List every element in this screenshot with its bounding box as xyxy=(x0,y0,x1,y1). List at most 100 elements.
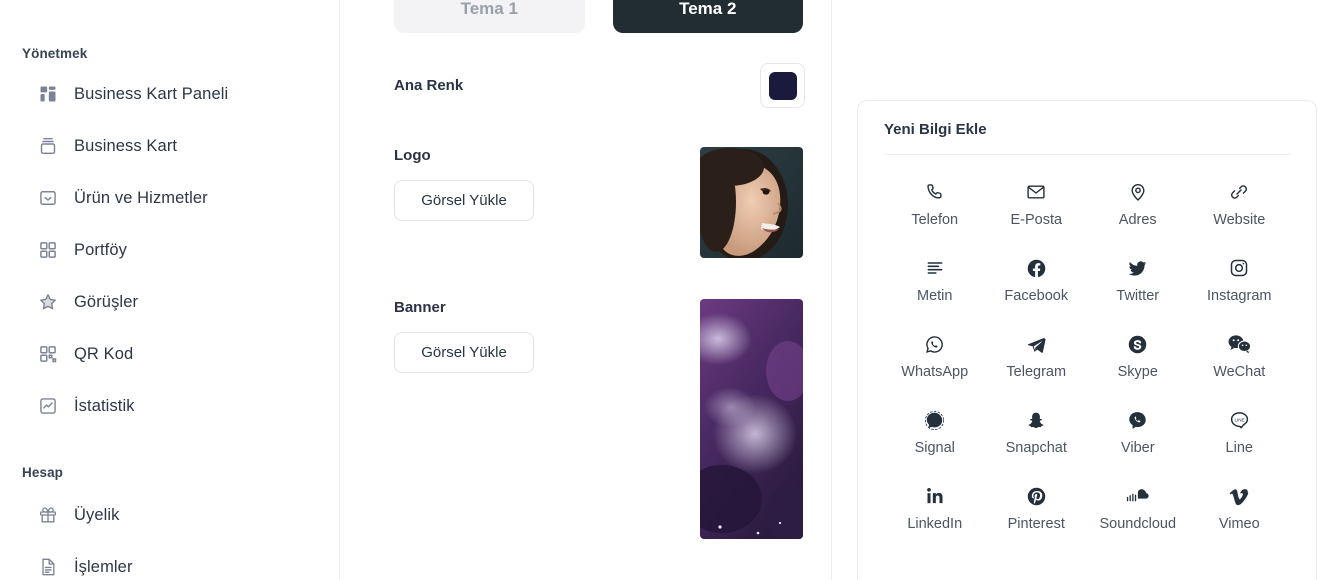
sidebar: Yönetmek Business Kart Paneli Business K… xyxy=(0,0,340,580)
banner-preview-image xyxy=(700,299,803,539)
info-tile-label: Twitter xyxy=(1116,288,1160,304)
primary-color-section: Ana Renk xyxy=(394,63,805,108)
banner-upload-button[interactable]: Görsel Yükle xyxy=(394,332,534,373)
sidebar-item-business-kart[interactable]: Business Kart xyxy=(0,127,339,165)
info-tile-twitter[interactable]: Twitter xyxy=(1087,245,1189,313)
info-tile-label: Soundcloud xyxy=(1099,516,1177,532)
text-lines-icon xyxy=(925,257,945,279)
add-info-card: Yeni Bilgi Ekle Telefon E-Posta Adres We… xyxy=(857,100,1317,580)
info-tile-skype[interactable]: Skype xyxy=(1087,321,1189,389)
info-tile-label: Website xyxy=(1213,212,1266,228)
sidebar-item-label: Portföy xyxy=(74,240,127,259)
info-tile-label: Pinterest xyxy=(1007,516,1065,532)
info-tile-label: Telegram xyxy=(1006,364,1067,380)
info-tile-label: Snapchat xyxy=(1005,440,1067,456)
info-tile-whatsapp[interactable]: WhatsApp xyxy=(884,321,986,389)
sidebar-item-qr-kod[interactable]: QR Kod xyxy=(0,335,339,373)
add-info-title: Yeni Bilgi Ekle xyxy=(884,121,1290,155)
theme-card-tema-1[interactable]: f Follow meangelina.doe ◎ Check my desig… xyxy=(394,0,585,33)
sidebar-item-istatistik[interactable]: İstatistik xyxy=(0,387,339,425)
info-tile-telegram[interactable]: Telegram xyxy=(986,321,1088,389)
location-pin-icon xyxy=(1128,181,1148,203)
primary-color-label: Ana Renk xyxy=(394,77,464,94)
sidebar-item-label: Görüşler xyxy=(74,292,139,311)
sidebar-item-label: Business Kart xyxy=(74,136,178,155)
soundcloud-icon xyxy=(1126,485,1149,507)
theme-label: Tema 1 xyxy=(460,0,518,18)
info-tile-website[interactable]: Website xyxy=(1189,169,1291,237)
sidebar-item-urun-ve-hizmetler[interactable]: Ürün ve Hizmetler xyxy=(0,179,339,217)
sidebar-item-gorusler[interactable]: Görüşler xyxy=(0,283,339,321)
info-tile-e-posta[interactable]: E-Posta xyxy=(986,169,1088,237)
sidebar-item-business-kart-paneli[interactable]: Business Kart Paneli xyxy=(0,75,339,113)
logo-label: Logo xyxy=(394,147,431,164)
info-tile-snapchat[interactable]: Snapchat xyxy=(986,397,1088,465)
info-tile-pinterest[interactable]: Pinterest xyxy=(986,473,1088,541)
logo-section: Logo Görsel Yükle xyxy=(394,147,803,258)
phone-icon xyxy=(925,181,945,203)
info-tile-linkedin[interactable]: LinkedIn xyxy=(884,473,986,541)
info-tile-line[interactable]: LINE Line xyxy=(1189,397,1291,465)
info-tile-label: Skype xyxy=(1117,364,1158,380)
primary-color-picker[interactable] xyxy=(760,63,805,108)
signal-icon xyxy=(924,409,945,431)
info-tile-label: E-Posta xyxy=(1010,212,1063,228)
app-root: Yönetmek Business Kart Paneli Business K… xyxy=(0,0,1337,580)
info-tile-label: WeChat xyxy=(1213,364,1266,380)
info-tile-label: Instagram xyxy=(1207,288,1272,304)
skype-icon xyxy=(1127,333,1148,355)
info-type-grid: Telefon E-Posta Adres Website Metin Face… xyxy=(884,169,1290,541)
sidebar-item-islemler[interactable]: İşlemler xyxy=(0,548,339,580)
whatsapp-icon xyxy=(924,333,945,355)
logo-preview-image xyxy=(700,147,803,258)
sidebar-item-uyelik[interactable]: Üyelik xyxy=(0,496,339,534)
sidebar-item-label: Business Kart Paneli xyxy=(74,84,229,103)
linkedin-icon xyxy=(925,485,945,507)
wechat-icon xyxy=(1228,333,1251,355)
info-tile-label: Facebook xyxy=(1004,288,1069,304)
theme-settings-column: f Follow meangelina.doe ◎ Check my desig… xyxy=(340,0,832,580)
info-tile-soundcloud[interactable]: Soundcloud xyxy=(1087,473,1189,541)
snapchat-icon xyxy=(1026,409,1046,431)
info-tile-telefon[interactable]: Telefon xyxy=(884,169,986,237)
card-icon xyxy=(38,136,58,156)
info-tile-wechat[interactable]: WeChat xyxy=(1189,321,1291,389)
theme-label: Tema 2 xyxy=(679,0,737,18)
envelope-icon xyxy=(1026,181,1046,203)
sidebar-item-portfoy[interactable]: Portföy xyxy=(0,231,339,269)
info-tile-signal[interactable]: Signal xyxy=(884,397,986,465)
svg-text:LINE: LINE xyxy=(1234,417,1244,422)
theme-selector: f Follow meangelina.doe ◎ Check my desig… xyxy=(394,0,803,33)
pinterest-icon xyxy=(1026,485,1047,507)
instagram-icon xyxy=(1229,257,1249,279)
info-tile-vimeo[interactable]: Vimeo xyxy=(1189,473,1291,541)
sidebar-item-label: İşlemler xyxy=(74,557,133,576)
info-tile-metin[interactable]: Metin xyxy=(884,245,986,313)
info-tile-instagram[interactable]: Instagram xyxy=(1189,245,1291,313)
info-tile-facebook[interactable]: Facebook xyxy=(986,245,1088,313)
theme-card-tema-2[interactable]: ◙ Follow meemma.ctopa f Follow meemma.bl… xyxy=(612,0,803,33)
chart-icon xyxy=(38,396,58,416)
vimeo-icon xyxy=(1229,485,1250,507)
add-info-column: Yeni Bilgi Ekle Telefon E-Posta Adres We… xyxy=(832,0,1337,580)
sidebar-item-label: Üyelik xyxy=(74,505,120,524)
info-tile-label: Viber xyxy=(1120,440,1155,456)
logo-upload-button[interactable]: Görsel Yükle xyxy=(394,180,534,221)
info-tile-viber[interactable]: Viber xyxy=(1087,397,1189,465)
banner-label: Banner xyxy=(394,299,446,316)
facebook-icon xyxy=(1026,257,1047,279)
sidebar-item-label: Ürün ve Hizmetler xyxy=(74,188,208,207)
sidebar-item-label: İstatistik xyxy=(74,396,135,415)
link-icon xyxy=(1229,181,1249,203)
info-tile-label: Line xyxy=(1225,440,1253,456)
qrcode-icon xyxy=(38,344,58,364)
star-icon xyxy=(38,292,58,312)
line-icon: LINE xyxy=(1229,409,1250,431)
info-tile-label: Telefon xyxy=(911,212,959,228)
sidebar-item-label: QR Kod xyxy=(74,344,134,363)
document-icon xyxy=(38,557,58,577)
info-tile-label: WhatsApp xyxy=(901,364,969,380)
sidebar-group-title-yonetmek: Yönetmek xyxy=(22,46,88,61)
info-tile-label: Adres xyxy=(1118,212,1157,228)
info-tile-adres[interactable]: Adres xyxy=(1087,169,1189,237)
